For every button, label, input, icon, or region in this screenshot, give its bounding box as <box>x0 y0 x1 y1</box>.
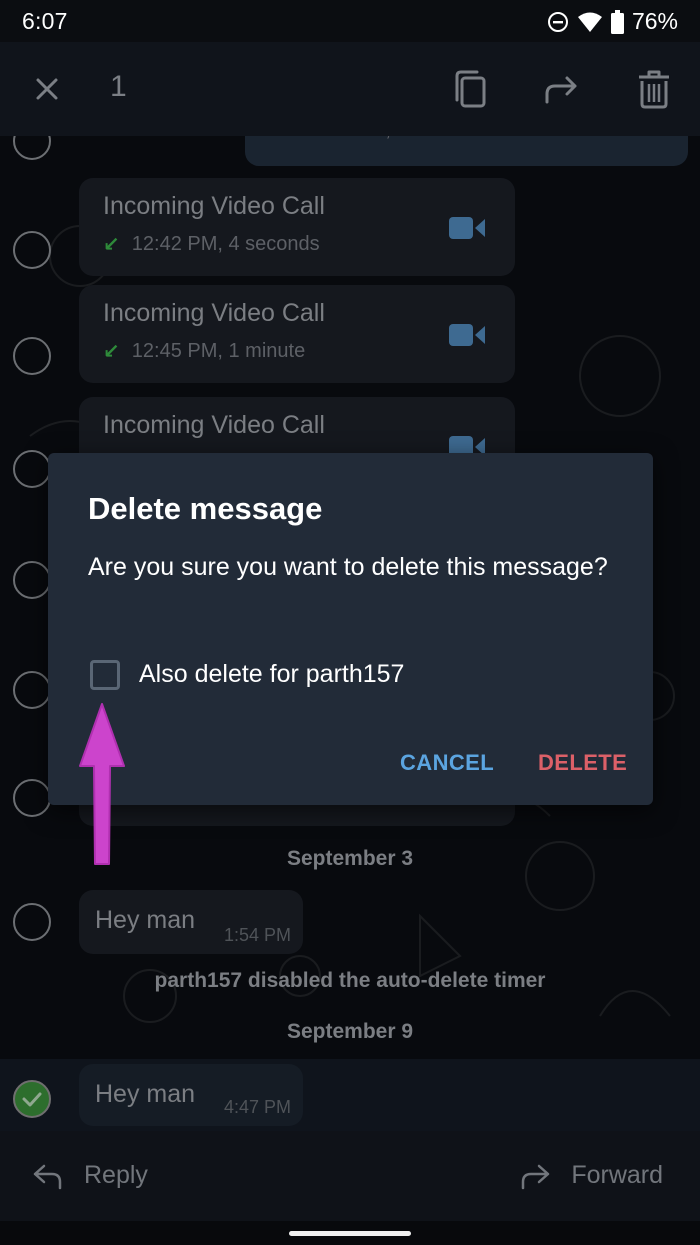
also-delete-checkbox[interactable] <box>90 660 120 690</box>
delete-button[interactable]: DELETE <box>538 750 627 776</box>
outgoing-arrow-icon: ↗ <box>271 136 288 143</box>
home-gesture-pill[interactable] <box>289 1231 411 1236</box>
call-meta: ↙ 12:42 PM, 4 seconds <box>103 232 320 257</box>
delete-message-dialog: Delete message Are you sure you want to … <box>48 453 653 805</box>
call-meta: ↙ 12:45 PM, 1 minute <box>103 339 305 364</box>
incoming-arrow-icon: ↙ <box>103 341 120 363</box>
selection-action-bar: 1 <box>0 42 700 136</box>
message-bubble-outgoing-call[interactable]: ↗ 12:42 PM, 10 seconds <box>245 136 688 166</box>
call-meta-text: 12:42 PM, 10 seconds <box>300 136 499 142</box>
copy-icon[interactable] <box>451 68 491 110</box>
dnd-icon <box>547 11 568 32</box>
date-separator: September 9 <box>286 1020 414 1043</box>
call-meta-text: 12:45 PM, 1 minute <box>131 340 306 362</box>
video-call-icon[interactable] <box>449 323 485 347</box>
delete-icon[interactable] <box>634 68 674 110</box>
forward-label: Forward <box>571 1161 663 1189</box>
select-circle[interactable] <box>13 561 51 599</box>
bottom-action-bar: Reply Forward <box>0 1131 700 1221</box>
close-icon[interactable] <box>30 72 64 106</box>
cancel-button[interactable]: CANCEL <box>400 750 494 776</box>
select-circle[interactable] <box>13 231 51 269</box>
message-time: 4:47 PM <box>223 1097 291 1117</box>
call-meta-text: 12:42 PM, 4 seconds <box>131 233 320 255</box>
battery-icon <box>610 9 624 34</box>
selected-count: 1 <box>110 70 127 103</box>
message-bubble-incoming-call[interactable]: Incoming Video Call ↙ 12:45 PM, 1 minute <box>79 285 515 383</box>
select-circle[interactable] <box>13 903 51 941</box>
call-title: Incoming Video Call <box>103 299 325 327</box>
call-title: Incoming Video Call <box>103 411 325 439</box>
navigation-bar <box>0 1221 700 1245</box>
select-circle[interactable] <box>13 779 51 817</box>
selected-check-icon[interactable] <box>13 1080 51 1118</box>
video-call-icon[interactable] <box>449 216 485 240</box>
select-circle[interactable] <box>13 671 51 709</box>
select-circle[interactable] <box>13 337 51 375</box>
select-circle[interactable] <box>13 450 51 488</box>
message-text: Hey man <box>95 1080 196 1108</box>
call-title: Incoming Video Call <box>103 192 325 220</box>
reply-label: Reply <box>84 1161 148 1189</box>
message-bubble-text[interactable]: Hey man 1:54 PM <box>79 890 303 954</box>
annotation-arrow-icon <box>79 703 125 865</box>
message-bubble-text-selected[interactable]: Hey man 4:47 PM <box>79 1064 303 1126</box>
dialog-title: Delete message <box>88 491 323 526</box>
status-icons: 76% <box>547 8 678 35</box>
message-text: Hey man <box>95 906 196 934</box>
call-meta: ↗ 12:42 PM, 10 seconds <box>271 136 499 143</box>
forward-icon <box>522 1164 550 1189</box>
reply-button[interactable]: Reply <box>32 1161 148 1190</box>
status-time: 6:07 <box>22 8 68 34</box>
message-time: 1:54 PM <box>223 925 291 945</box>
forward-icon[interactable] <box>541 68 581 110</box>
battery-percent: 76% <box>631 8 678 34</box>
incoming-arrow-icon: ↙ <box>103 234 120 256</box>
wifi-icon <box>577 12 602 32</box>
forward-button[interactable]: Forward <box>519 1161 663 1190</box>
also-delete-label[interactable]: Also delete for parth157 <box>139 660 404 689</box>
dialog-message: Are you sure you want to delete this mes… <box>88 553 608 581</box>
service-message: parth157 disabled the auto-delete timer <box>154 969 546 992</box>
reply-icon <box>33 1164 62 1189</box>
status-bar: 6:07 76% <box>0 0 700 42</box>
message-bubble-incoming-call[interactable]: Incoming Video Call ↙ 12:42 PM, 4 second… <box>79 178 515 276</box>
